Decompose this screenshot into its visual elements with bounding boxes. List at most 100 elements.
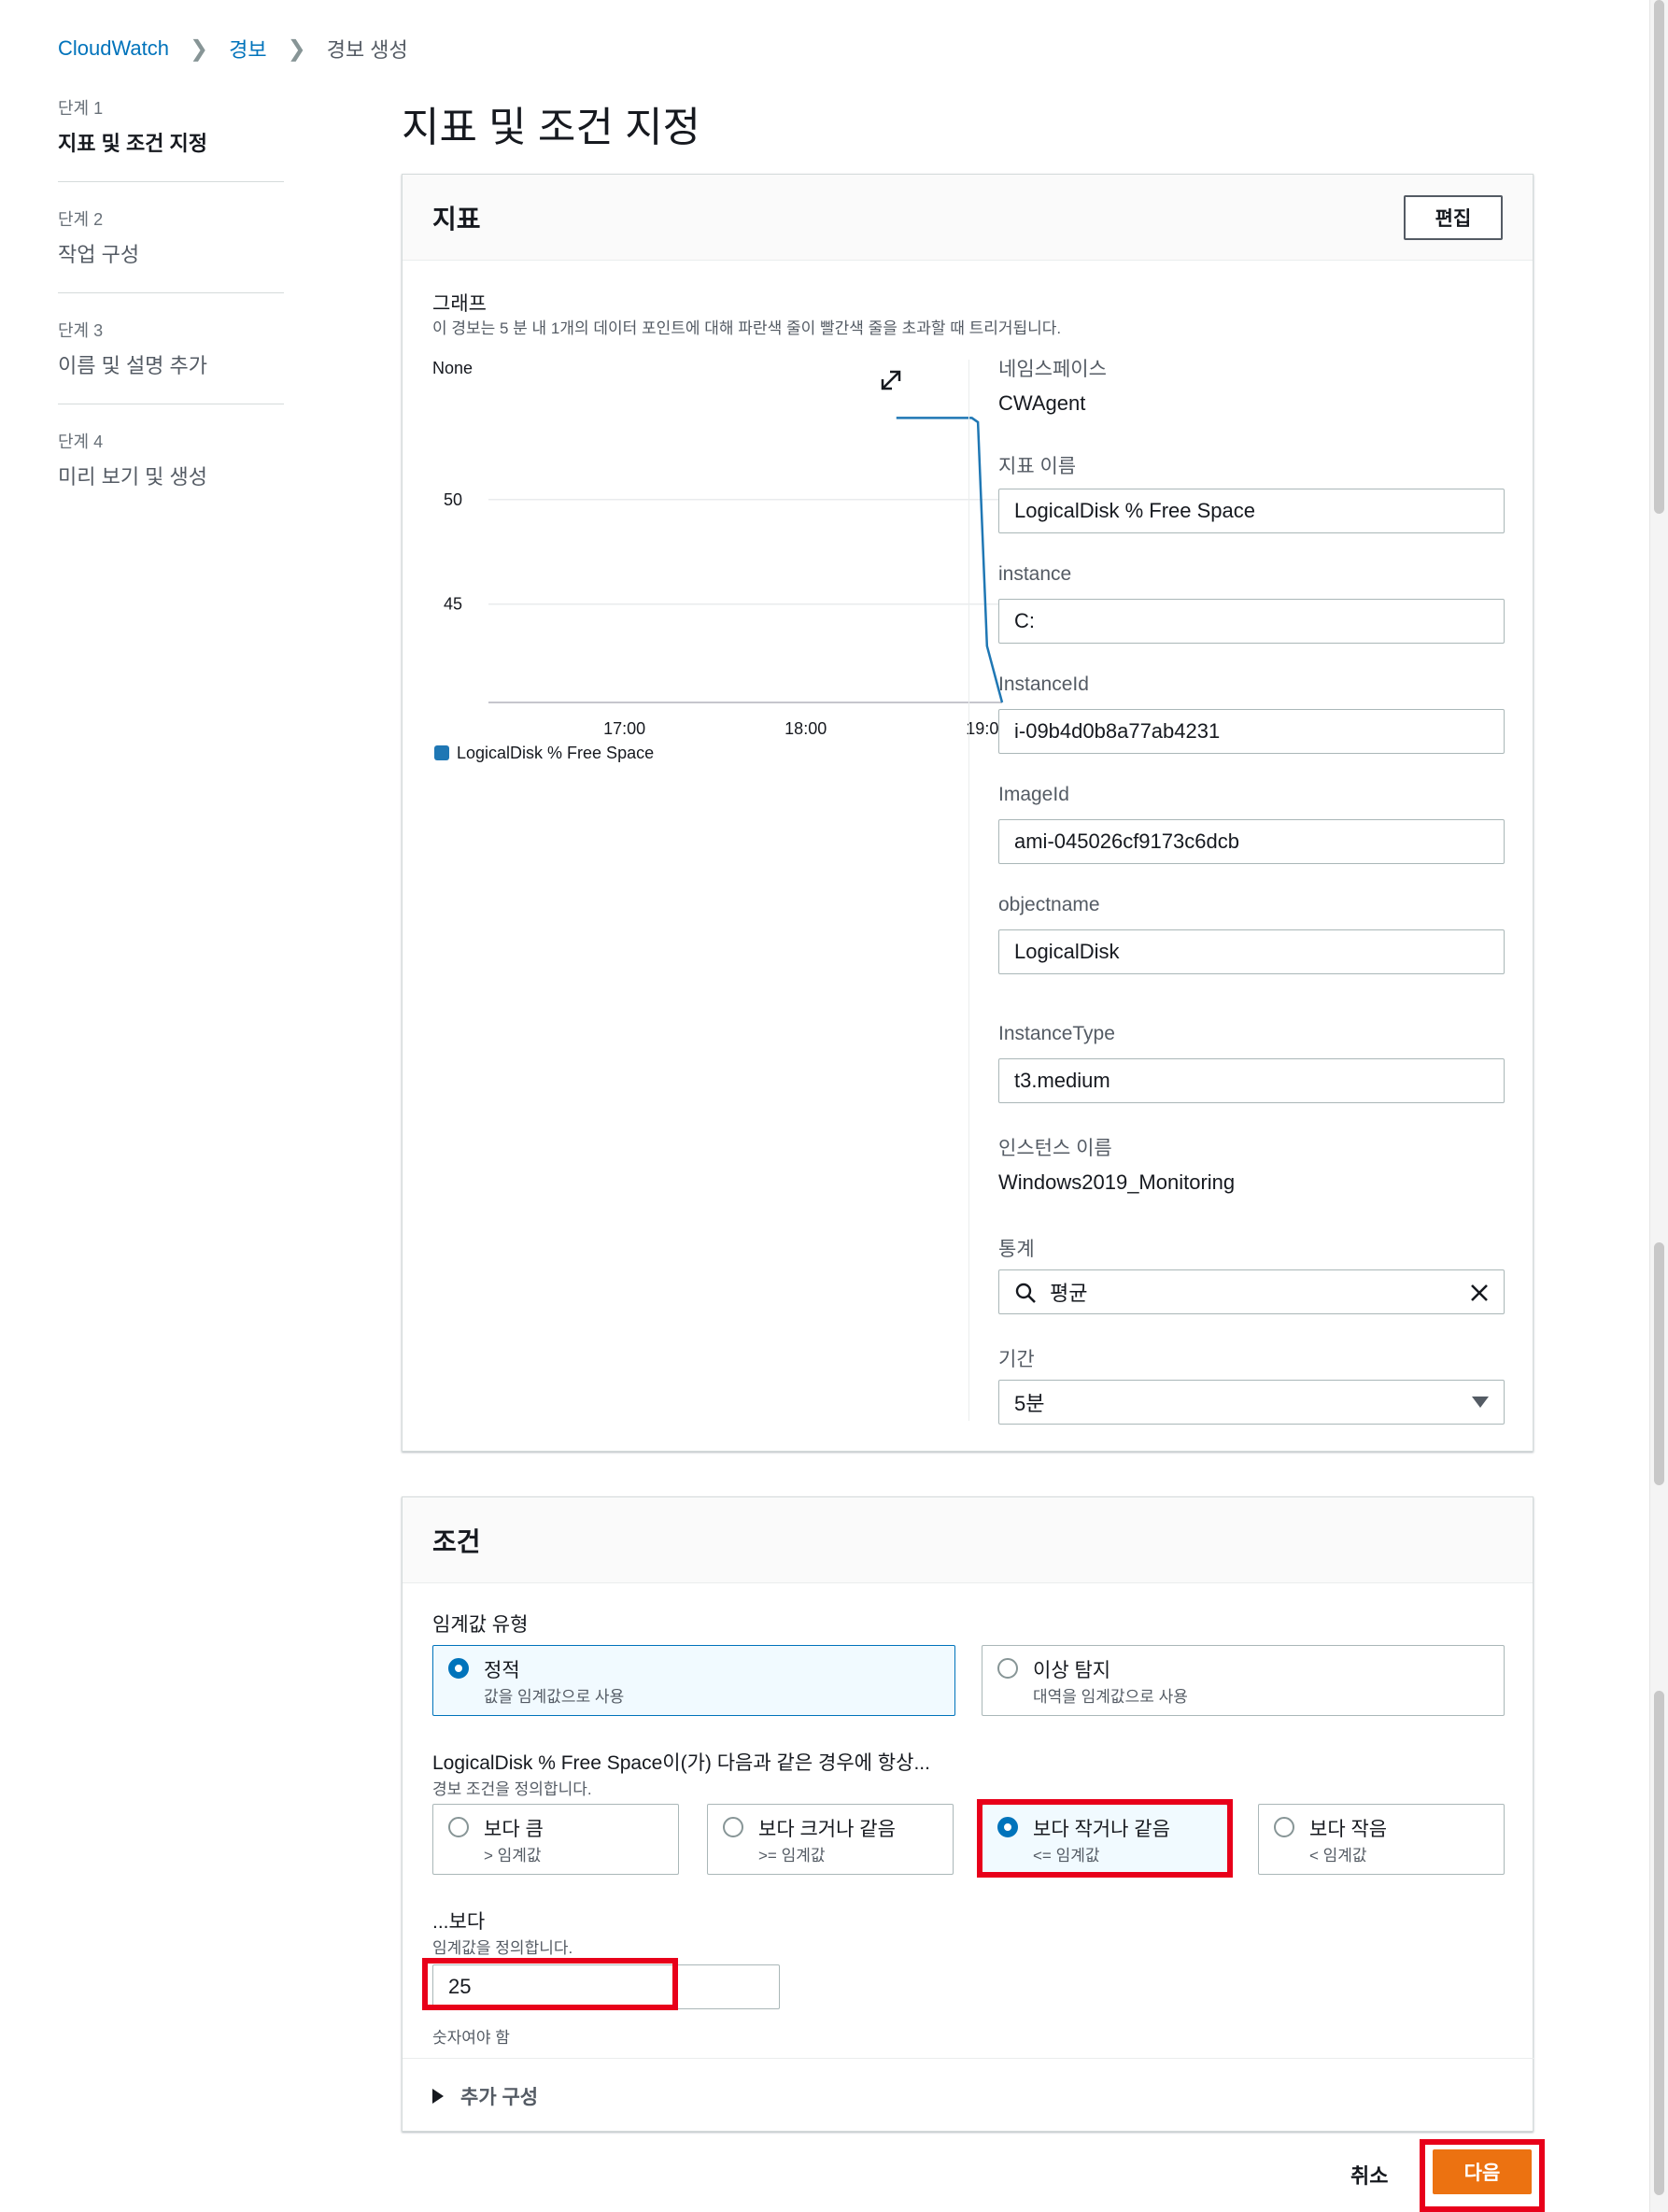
- scrollbar-thumb[interactable]: [1654, 1242, 1664, 1485]
- tile-title: 보다 작음: [1309, 1819, 1388, 1840]
- graph-label: 그래프: [432, 293, 487, 315]
- whenever-label: LogicalDisk % Free Space이(가) 다음과 같은 경우에 …: [432, 1752, 930, 1774]
- series-line: [896, 417, 1004, 703]
- period-value: 5분: [1014, 1392, 1045, 1415]
- breadcrumb-create-alarm: 경보 생성: [326, 38, 408, 62]
- radio-icon: [723, 1817, 743, 1837]
- instance-field[interactable]: C:: [998, 599, 1505, 644]
- radio-selected-icon: [997, 1817, 1018, 1837]
- tile-subtitle: < 임계값: [1309, 1847, 1367, 1865]
- clear-icon[interactable]: [1468, 1282, 1491, 1304]
- step-number: 단계 4: [58, 432, 104, 451]
- chevron-right-icon: ❯: [287, 35, 306, 62]
- statistic-value: 평균: [1050, 1282, 1088, 1305]
- search-icon: [1015, 1283, 1036, 1303]
- operator-lower-equal[interactable]: 보다 작거나 같음 <= 임계값: [982, 1804, 1228, 1875]
- x-tick-label: 18:00: [785, 719, 827, 738]
- graph-description: 이 경보는 5 분 내 1개의 데이터 포인트에 대해 파란색 줄이 빨간색 줄…: [432, 319, 1062, 337]
- instance-label: instance: [998, 563, 1072, 585]
- page-scrollbar[interactable]: [1649, 0, 1668, 2212]
- statistic-label: 통계: [998, 1239, 1035, 1260]
- page-title: 지표 및 조건 지정: [402, 105, 701, 150]
- chart-y-ticks: 45 50: [444, 490, 462, 614]
- imageid-label: ImageId: [998, 784, 1069, 805]
- y-tick-label: 45: [444, 595, 462, 614]
- step-title: 미리 보기 및 생성: [58, 465, 208, 489]
- radio-icon: [1274, 1817, 1294, 1837]
- objectname-field[interactable]: LogicalDisk: [998, 929, 1505, 974]
- column-divider: [968, 360, 969, 1421]
- tile-title: 정적: [484, 1660, 520, 1681]
- step-number: 단계 3: [58, 321, 104, 340]
- imageid-field[interactable]: ami-045026cf9173c6dcb: [998, 819, 1505, 864]
- tile-title: 이상 탐지: [1033, 1660, 1111, 1681]
- tile-title: 보다 큼: [484, 1819, 544, 1840]
- objectname-label: objectname: [998, 894, 1100, 915]
- threshold-type-anomaly[interactable]: 이상 탐지 대역을 임계값으로 사용: [982, 1645, 1505, 1716]
- radio-selected-icon: [448, 1658, 469, 1679]
- edit-button[interactable]: 편집: [1404, 194, 1503, 240]
- page: CloudWatch ❯ 경보 ❯ 경보 생성 단계 1 지표 및 조건 지정 …: [0, 0, 1668, 2212]
- tile-subtitle: >= 임계값: [758, 1847, 826, 1865]
- wizard-step-4: 단계 4 미리 보기 및 생성: [58, 429, 284, 515]
- step-number: 단계 2: [58, 210, 104, 229]
- additional-configuration-toggle[interactable]: 추가 구성: [432, 2082, 538, 2110]
- than-description: 임계값을 정의합니다.: [432, 1939, 573, 1957]
- operator-lower[interactable]: 보다 작음 < 임계값: [1258, 1804, 1505, 1875]
- legend-swatch: [434, 745, 449, 760]
- wizard-steps: 단계 1 지표 및 조건 지정 단계 2 작업 구성 단계 3 이름 및 설명 …: [58, 95, 284, 539]
- operator-greater-equal[interactable]: 보다 크거나 같음 >= 임계값: [707, 1804, 954, 1875]
- period-select[interactable]: 5분: [998, 1380, 1505, 1425]
- wizard-step-1: 단계 1 지표 및 조건 지정: [58, 95, 284, 182]
- whenever-description: 경보 조건을 정의합니다.: [432, 1780, 592, 1798]
- instanceid-label: InstanceId: [998, 674, 1089, 695]
- than-label: ...보다: [432, 1911, 486, 1933]
- operator-greater[interactable]: 보다 큼 > 임계값: [432, 1804, 679, 1875]
- next-button[interactable]: 다음: [1433, 2149, 1532, 2194]
- step-number: 단계 1: [58, 99, 104, 118]
- threshold-hint: 숫자여야 함: [432, 2029, 510, 2047]
- instancetype-field[interactable]: t3.medium: [998, 1058, 1505, 1103]
- tile-title: 보다 작거나 같음: [1033, 1819, 1170, 1840]
- conditions-panel-title: 조건: [432, 1526, 481, 1556]
- divider: [403, 2058, 1534, 2059]
- scrollbar-thumb[interactable]: [1654, 0, 1664, 514]
- threshold-value-input[interactable]: 25: [432, 1964, 780, 2009]
- instance-name-value: Windows2019_Monitoring: [998, 1170, 1236, 1194]
- additional-configuration-label: 추가 구성: [460, 2087, 539, 2108]
- tile-subtitle: 대역을 임계값으로 사용: [1033, 1688, 1188, 1706]
- statistic-search-input[interactable]: 평균: [998, 1269, 1505, 1314]
- instanceid-field[interactable]: i-09b4d0b8a77ab4231: [998, 709, 1505, 754]
- wizard-step-2: 단계 2 작업 구성: [58, 206, 284, 293]
- instancetype-label: InstanceType: [998, 1023, 1115, 1044]
- chart-x-ticks: 17:00 18:00 19:00: [603, 719, 1008, 738]
- metric-panel-header: 지표 편집: [403, 175, 1533, 261]
- chevron-right-icon: ❯: [190, 35, 209, 62]
- step-title: 이름 및 설명 추가: [58, 354, 208, 377]
- namespace-value: CWAgent: [998, 391, 1086, 415]
- period-label: 기간: [998, 1349, 1035, 1370]
- x-tick-label: 17:00: [603, 719, 645, 738]
- radio-icon: [448, 1817, 469, 1837]
- chart-series-group: [896, 417, 1004, 703]
- metric-chart: None 45 50 17:00 18:00 19:00 LogicalDisk % …: [432, 357, 1011, 787]
- cancel-button[interactable]: 취소: [1350, 2160, 1388, 2190]
- instance-name-label: 인스턴스 이름: [998, 1138, 1112, 1159]
- caret-down-icon: [1472, 1397, 1489, 1408]
- chart-unit-label: None: [432, 359, 473, 377]
- metric-panel: 지표 편집 그래프 이 경보는 5 분 내 1개의 데이터 포인트에 대해 파란…: [402, 174, 1534, 1452]
- wizard-step-3: 단계 3 이름 및 설명 추가: [58, 318, 284, 404]
- threshold-type-label: 임계값 유형: [432, 1614, 529, 1636]
- caret-right-icon: [432, 2089, 444, 2104]
- breadcrumb-cloudwatch[interactable]: CloudWatch: [58, 36, 169, 61]
- conditions-panel: 조건 임계값 유형 정적 값을 임계값으로 사용 이상 탐지 대역을 임계값으로…: [402, 1496, 1534, 2132]
- scrollbar-thumb[interactable]: [1654, 1691, 1664, 2195]
- breadcrumb-alarms[interactable]: 경보: [229, 34, 266, 64]
- threshold-type-static[interactable]: 정적 값을 임계값으로 사용: [432, 1645, 955, 1716]
- metric-panel-title: 지표: [432, 204, 481, 234]
- step-title: 작업 구성: [58, 243, 140, 266]
- chart-svg: None 4550 17:00 18:00 19:00 LogicalDisk % …: [432, 359, 1008, 762]
- tile-subtitle: 값을 임계값으로 사용: [484, 1688, 625, 1706]
- metric-name-field[interactable]: LogicalDisk % Free Space: [998, 489, 1505, 533]
- expand-icon[interactable]: [881, 370, 901, 390]
